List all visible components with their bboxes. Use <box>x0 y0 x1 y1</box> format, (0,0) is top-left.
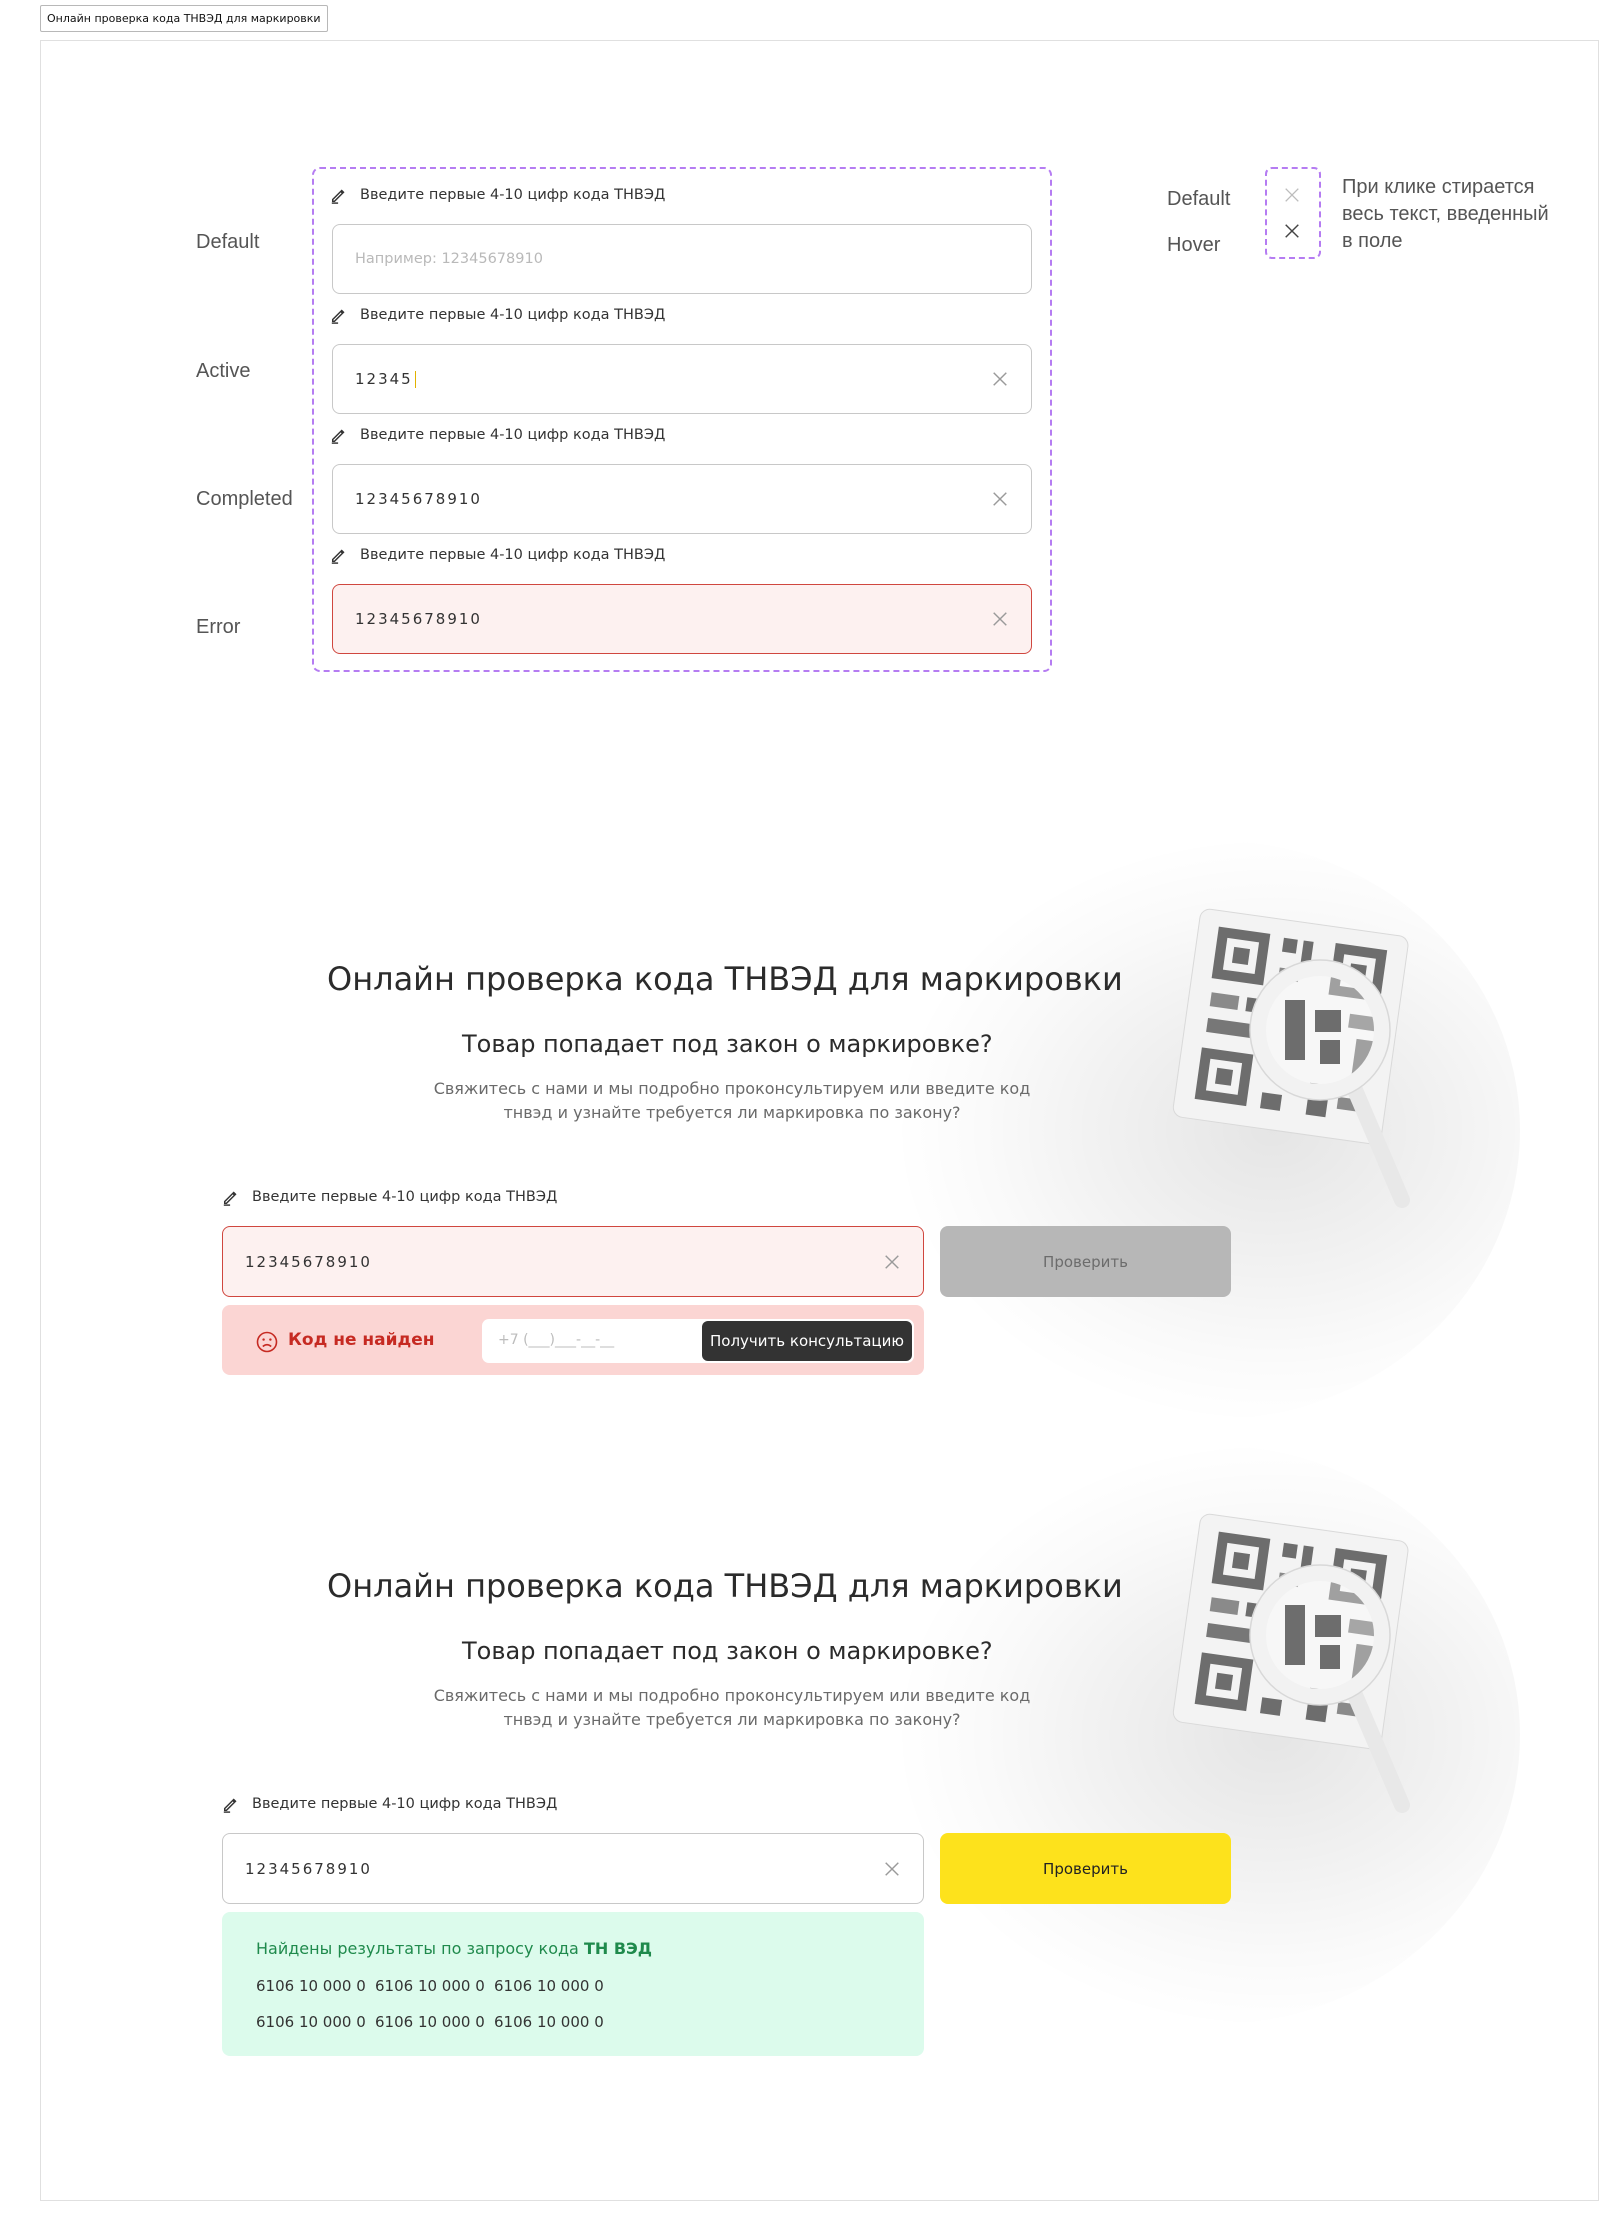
pencil-icon <box>331 309 345 324</box>
input-value: 12345 <box>355 370 413 388</box>
hero-description: Свяжитесь с нами и мы подробно проконсул… <box>433 1079 1031 1122</box>
phone-placeholder: +7 (___)___-__-__ <box>498 1332 615 1348</box>
results-code: ТН ВЭД <box>583 1939 652 1958</box>
hero-description: Свяжитесь с нами и мы подробно проконсул… <box>433 1686 1031 1729</box>
hero-title: Онлайн проверка кода ТНВЭД для маркировк… <box>327 1567 1123 1605</box>
sad-face-icon <box>256 1331 278 1353</box>
result-code[interactable]: 6106 10 000 0 <box>494 1977 604 1995</box>
result-code[interactable]: 6106 10 000 0 <box>375 2013 485 2031</box>
consult-button[interactable]: Получить консультацию <box>702 1321 912 1361</box>
input-value: 12345678910 <box>355 610 482 628</box>
close-icon[interactable] <box>991 610 1009 628</box>
input-value: 12345678910 <box>245 1252 372 1271</box>
check-button-disabled[interactable]: Проверить <box>940 1226 1231 1297</box>
close-icon <box>1285 188 1299 202</box>
field-label: Введите первые 4-10 цифр кода ТНВЭД <box>222 1188 557 1206</box>
pencil-icon <box>223 1798 237 1813</box>
field-label: Введите первые 4-10 цифр кода ТНВЭД <box>330 186 665 204</box>
code-input-default[interactable]: Например: 12345678910 <box>332 224 1032 294</box>
hero-title: Онлайн проверка кода ТНВЭД для маркировк… <box>327 960 1123 998</box>
close-icon[interactable] <box>991 490 1009 508</box>
check-button[interactable]: Проверить <box>940 1833 1231 1904</box>
pencil-icon <box>331 429 345 444</box>
field-label: Введите первые 4-10 цифр кода ТНВЭД <box>330 306 665 324</box>
field-label: Введите первые 4-10 цифр кода ТНВЭД <box>222 1795 557 1813</box>
code-input-error[interactable]: 12345678910 <box>332 584 1032 654</box>
close-icon-variants-frame <box>1265 167 1321 259</box>
close-icon[interactable] <box>883 1860 901 1878</box>
text-caret <box>414 371 416 388</box>
field-label-text: Введите первые 4-10 цифр кода ТНВЭД <box>252 1796 558 1812</box>
clear-note: При клике стирается весь текст, введенны… <box>1342 176 1549 252</box>
result-code[interactable]: 6106 10 000 0 <box>256 2013 366 2031</box>
result-code[interactable]: 6106 10 000 0 <box>256 1977 366 1995</box>
qr-magnifier-illustration <box>1172 908 1410 1208</box>
state-label-active: Active <box>196 360 251 382</box>
code-input-active[interactable]: 12345 <box>332 344 1032 414</box>
close-icon[interactable] <box>883 1253 901 1271</box>
code-input-error[interactable]: 12345678910 <box>222 1226 924 1297</box>
field-label-text: Введите первые 4-10 цифр кода ТНВЭД <box>252 1189 558 1205</box>
results-heading: Найдены результаты по запросу кода ТН ВЭ… <box>256 1939 652 1958</box>
input-value: 12345678910 <box>355 490 482 508</box>
field-label: Введите первые 4-10 цифр кода ТНВЭД <box>330 426 665 444</box>
pencil-icon <box>331 549 345 564</box>
result-code[interactable]: 6106 10 000 0 <box>375 1977 485 1995</box>
hero-subtitle: Товар попадает под закон о маркировке? <box>462 1030 993 1058</box>
icon-state-hover: Hover <box>1167 234 1221 256</box>
code-input-completed[interactable]: 12345678910 <box>332 464 1032 534</box>
pencil-icon <box>223 1191 237 1206</box>
hero-subtitle: Товар попадает под закон о маркировке? <box>462 1637 993 1665</box>
field-label: Введите первые 4-10 цифр кода ТНВЭД <box>330 546 665 564</box>
state-label-completed: Completed <box>196 488 293 510</box>
result-code[interactable]: 6106 10 000 0 <box>494 2013 604 2031</box>
results-prefix: Найдены результаты по запросу кода <box>256 1939 584 1958</box>
close-icon[interactable] <box>991 370 1009 388</box>
close-icon-hover <box>1285 224 1299 238</box>
field-label-text: Введите первые 4-10 цифр кода ТНВЭД <box>360 427 666 443</box>
icon-state-default: Default <box>1167 188 1231 210</box>
page-tag: Онлайн проверка кода ТНВЭД для маркировк… <box>40 5 328 32</box>
state-label-error: Error <box>196 616 241 638</box>
qr-magnifier-illustration <box>1172 1513 1410 1813</box>
state-label-default: Default <box>196 231 260 253</box>
code-input-completed[interactable]: 12345678910 <box>222 1833 924 1904</box>
pencil-icon <box>331 189 345 204</box>
field-label-text: Введите первые 4-10 цифр кода ТНВЭД <box>360 187 666 203</box>
not-found-text: Код не найден <box>288 1330 435 1350</box>
field-label-text: Введите первые 4-10 цифр кода ТНВЭД <box>360 547 666 563</box>
field-label-text: Введите первые 4-10 цифр кода ТНВЭД <box>360 307 666 323</box>
input-placeholder: Например: 12345678910 <box>355 251 543 267</box>
input-value: 12345678910 <box>245 1859 372 1878</box>
